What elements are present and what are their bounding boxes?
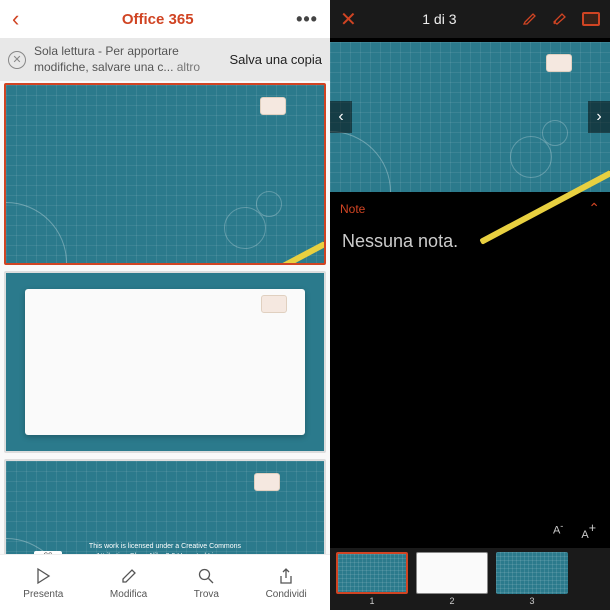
thumb-number: 2 (449, 596, 454, 606)
edit-button[interactable]: Modifica (110, 566, 147, 600)
pencil-icon (119, 566, 139, 586)
share-label: Condividi (266, 589, 307, 600)
presenter-tools (522, 9, 600, 30)
mini-thumb-3[interactable]: 3 (496, 552, 568, 606)
slide-thumb-3[interactable]: CC This work is licensed under a Creativ… (4, 459, 326, 554)
paper-graphic (25, 289, 305, 435)
close-banner-icon[interactable]: ✕ (8, 51, 26, 69)
share-icon (276, 566, 296, 586)
notes-header[interactable]: Note ⌃ (330, 196, 610, 221)
next-slide-button[interactable]: › (588, 101, 610, 133)
eraser-graphic (261, 295, 287, 313)
present-button[interactable]: Presenta (23, 566, 63, 600)
bottom-toolbar: Presenta Modifica Trova Condividi (0, 554, 330, 610)
license-text: This work is licensed under a Creative C… (38, 542, 292, 554)
view-mode-icon[interactable] (582, 12, 600, 26)
presenter-panel: ✕ 1 di 3 ‹ › Note ⌃ Nessuna nota. A- A+ (330, 0, 610, 610)
mini-thumb-1[interactable]: 1 (336, 552, 408, 606)
find-label: Trova (194, 589, 219, 600)
gear-icon (256, 191, 282, 217)
eraser-graphic (546, 54, 572, 72)
notes-body[interactable]: Nessuna nota. (330, 221, 610, 515)
mini-thumb-2[interactable]: 2 (416, 552, 488, 606)
gear-icon (542, 120, 568, 146)
back-button[interactable]: ‹ (12, 6, 19, 32)
readonly-banner: ✕ Sola lettura - Per apportare modifiche… (0, 38, 330, 81)
web-decoration (6, 203, 66, 263)
slide-thumb-1[interactable] (4, 83, 326, 265)
readonly-message: Sola lettura - Per apportare modifiche, … (34, 44, 179, 74)
prev-slide-button[interactable]: ‹ (330, 101, 352, 133)
eraser-graphic (254, 473, 280, 491)
readonly-text: Sola lettura - Per apportare modifiche, … (34, 44, 217, 75)
close-presenter-button[interactable]: ✕ (340, 7, 357, 32)
chevron-up-icon: ⌃ (588, 200, 600, 217)
more-button[interactable]: ••• (296, 9, 318, 30)
search-icon (196, 566, 216, 586)
web-decoration (330, 132, 390, 192)
eraser-graphic (260, 97, 286, 115)
notes-label: Note (340, 202, 365, 216)
font-decrease-button[interactable]: A- (553, 521, 563, 542)
thumb-number: 3 (529, 596, 534, 606)
slides-list: CC This work is licensed under a Creativ… (0, 81, 330, 554)
edit-label: Modifica (110, 589, 147, 600)
share-button[interactable]: Condividi (266, 566, 307, 600)
find-button[interactable]: Trova (194, 566, 219, 600)
thumbnail-strip: 1 2 3 (330, 548, 610, 610)
highlighter-tool-icon[interactable] (552, 9, 568, 30)
pen-tool-icon[interactable] (522, 9, 538, 30)
top-bar: ‹ Office 365 ••• (0, 0, 330, 38)
present-label: Presenta (23, 589, 63, 600)
play-icon (33, 566, 53, 586)
slide-counter: 1 di 3 (422, 11, 456, 27)
readonly-more-link[interactable]: altro (177, 60, 200, 74)
presenter-topbar: ✕ 1 di 3 (330, 0, 610, 38)
font-increase-button[interactable]: A+ (581, 521, 596, 542)
editor-panel: ‹ Office 365 ••• ✕ Sola lettura - Per ap… (0, 0, 330, 610)
font-size-controls: A- A+ (330, 515, 610, 548)
save-copy-button[interactable]: Salva una copia (229, 52, 322, 67)
slide-preview: ‹ › (330, 38, 610, 196)
slide-thumb-2[interactable] (4, 271, 326, 453)
app-title: Office 365 (122, 11, 194, 28)
thumb-number: 1 (369, 596, 374, 606)
